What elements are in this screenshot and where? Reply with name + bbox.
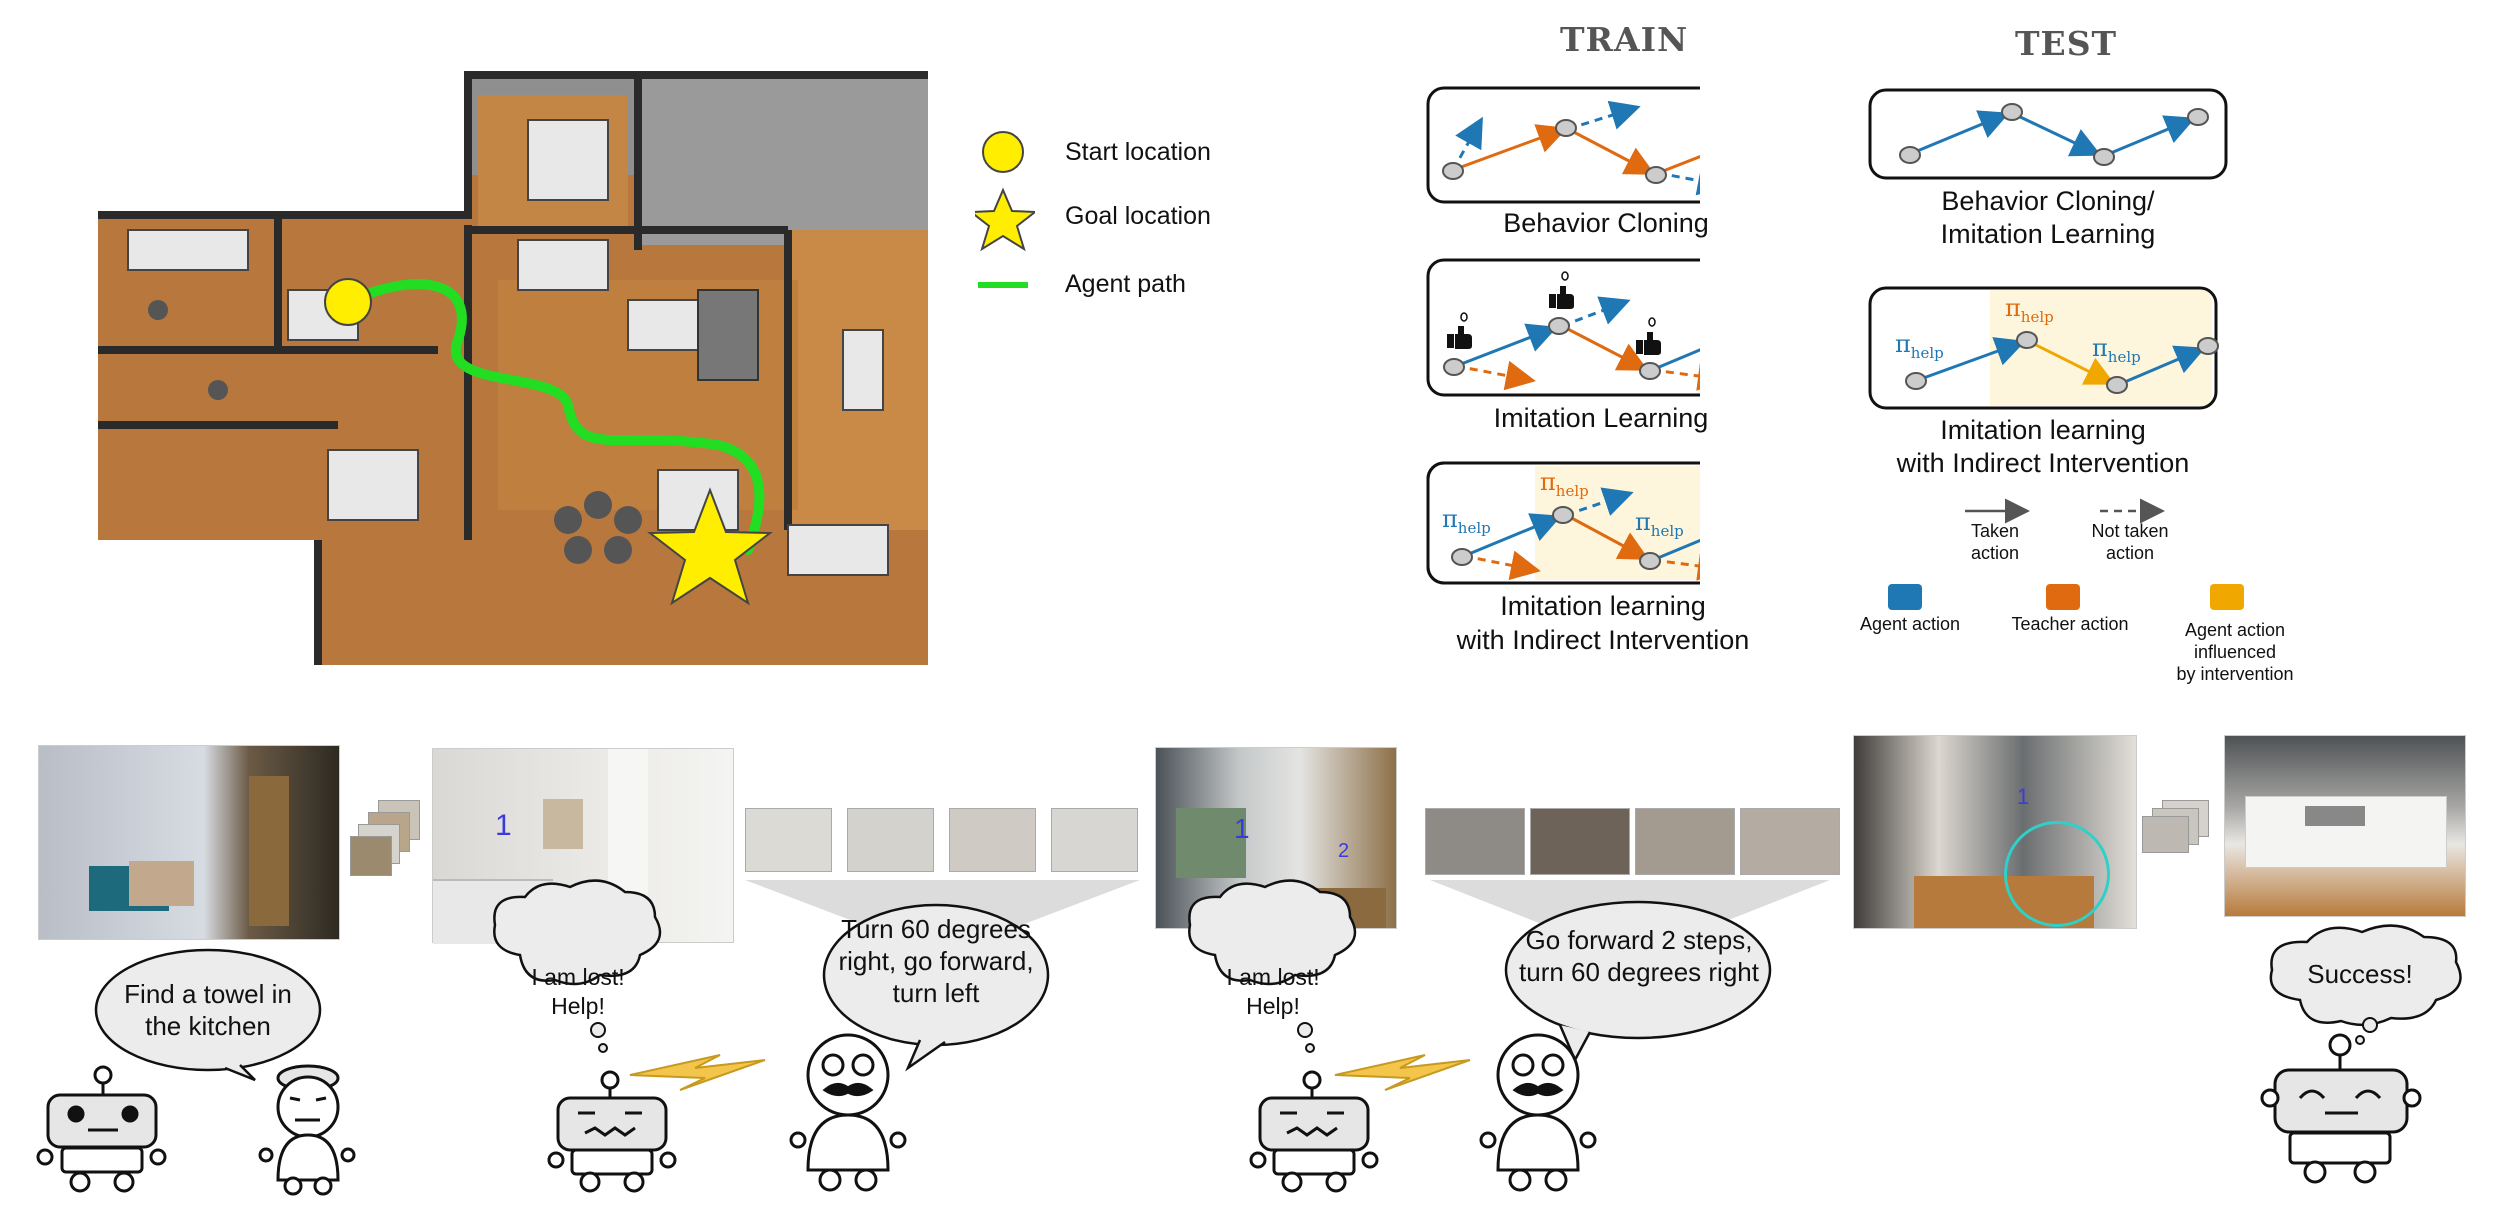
view-marker: 2: [1338, 840, 1350, 862]
pi-help-label: πhelp: [1635, 508, 1684, 540]
robot-icon: [547, 1070, 677, 1193]
test-bc-box: [1868, 88, 2228, 180]
agent-action-label: Agent action: [1859, 614, 1961, 634]
lost-view-photo-2: 1 2: [1155, 747, 1397, 929]
success-thought: Success!: [2307, 959, 2413, 989]
train-il-caption: Imitation Learning: [1493, 403, 1709, 433]
test-bc-caption-1: Behavior Cloning/: [1941, 186, 2155, 216]
robot-icon: [1249, 1070, 1379, 1193]
help-instruction-bubble-1: Turn 60 degrees right, go forward, turn le…: [838, 914, 1034, 1008]
test-bc-caption-2: Imitation Learning: [1940, 219, 2156, 249]
view-stack: [350, 800, 420, 880]
legend-goal-label: Goal location: [1065, 202, 1211, 230]
train-iii-caption-1: Imitation learning: [1500, 591, 1706, 621]
pi-help-label: πhelp: [2092, 334, 2141, 366]
teacher-action-swatch: [2046, 584, 2080, 610]
agent-action-swatch: [1888, 584, 1922, 610]
test-iii-caption-2: with Indirect Intervention: [1896, 448, 2190, 478]
not-taken-action-label: Not taken action: [2091, 521, 2169, 563]
legend-start-label: Start location: [1065, 138, 1211, 166]
lost-thought-2: I am lost! Help!: [1226, 964, 1320, 1019]
thumbs-up-icon: [1447, 312, 1472, 349]
goal-location-icon: [975, 187, 1035, 252]
lost-thought-1: I am lost! Help!: [531, 964, 625, 1019]
train-il-box: [1426, 258, 1700, 397]
pi-help-label: πhelp: [1895, 330, 1944, 362]
robot-icon: [36, 1065, 167, 1193]
train-bc-caption: Behavior Cloning: [1503, 208, 1709, 238]
legend-path-label: Agent path: [1065, 270, 1186, 298]
influenced-action-swatch: [2210, 584, 2244, 610]
view-marker: 1: [1234, 813, 1250, 844]
view-marker: 1: [2017, 784, 2030, 809]
goal-view-photo: [2224, 735, 2466, 917]
kitchen-view-photo: 1: [1853, 735, 2137, 929]
train-iii-caption-2: with Indirect Intervention: [1456, 625, 1750, 655]
floor-plan-svg: [98, 71, 928, 665]
pi-help-label: πhelp: [1540, 468, 1589, 500]
instruction-frames-2: [1425, 808, 1845, 875]
lost-view-photo-1: 1: [432, 748, 734, 944]
lightning-icon: [629, 1054, 766, 1091]
pi-help-label: πhelp: [2005, 294, 2054, 326]
view-stack: [2142, 800, 2212, 855]
test-title: TEST: [2015, 24, 2118, 63]
thumbs-up-icon: [1549, 271, 1574, 309]
task-instruction-bubble: Find a towel in the kitchen: [124, 979, 292, 1041]
train-bc-box: [1426, 86, 1700, 204]
teacher-icon: [1479, 1033, 1597, 1192]
teacher-icon: [258, 1064, 356, 1196]
thumbs-up-icon: [1636, 317, 1661, 355]
robot-icon: [2260, 1033, 2422, 1184]
instruction-frames-1: [745, 808, 1140, 873]
map-legend: Start location Goal location Agent path: [975, 125, 1235, 305]
floor-plan-map: [98, 50, 928, 665]
start-location-icon: [982, 131, 1024, 173]
legend-symbols: [975, 131, 1035, 288]
view-marker: 1: [495, 809, 512, 842]
help-instruction-bubble-2: Go forward 2 steps, turn 60 degrees right: [1519, 925, 1759, 987]
teacher-action-label: Teacher action: [2011, 614, 2129, 634]
train-title: TRAIN: [1560, 20, 1689, 59]
pi-help-label: πhelp: [1442, 505, 1491, 537]
lightning-icon: [1334, 1054, 1471, 1091]
teacher-icon: [789, 1033, 907, 1192]
first-view-photo: [38, 745, 340, 940]
taken-action-label: Taken action: [1970, 521, 2020, 563]
test-iii-caption-1: Imitation learning: [1940, 415, 2146, 445]
influenced-action-label: Agent action influenced by intervention: [2176, 620, 2294, 684]
